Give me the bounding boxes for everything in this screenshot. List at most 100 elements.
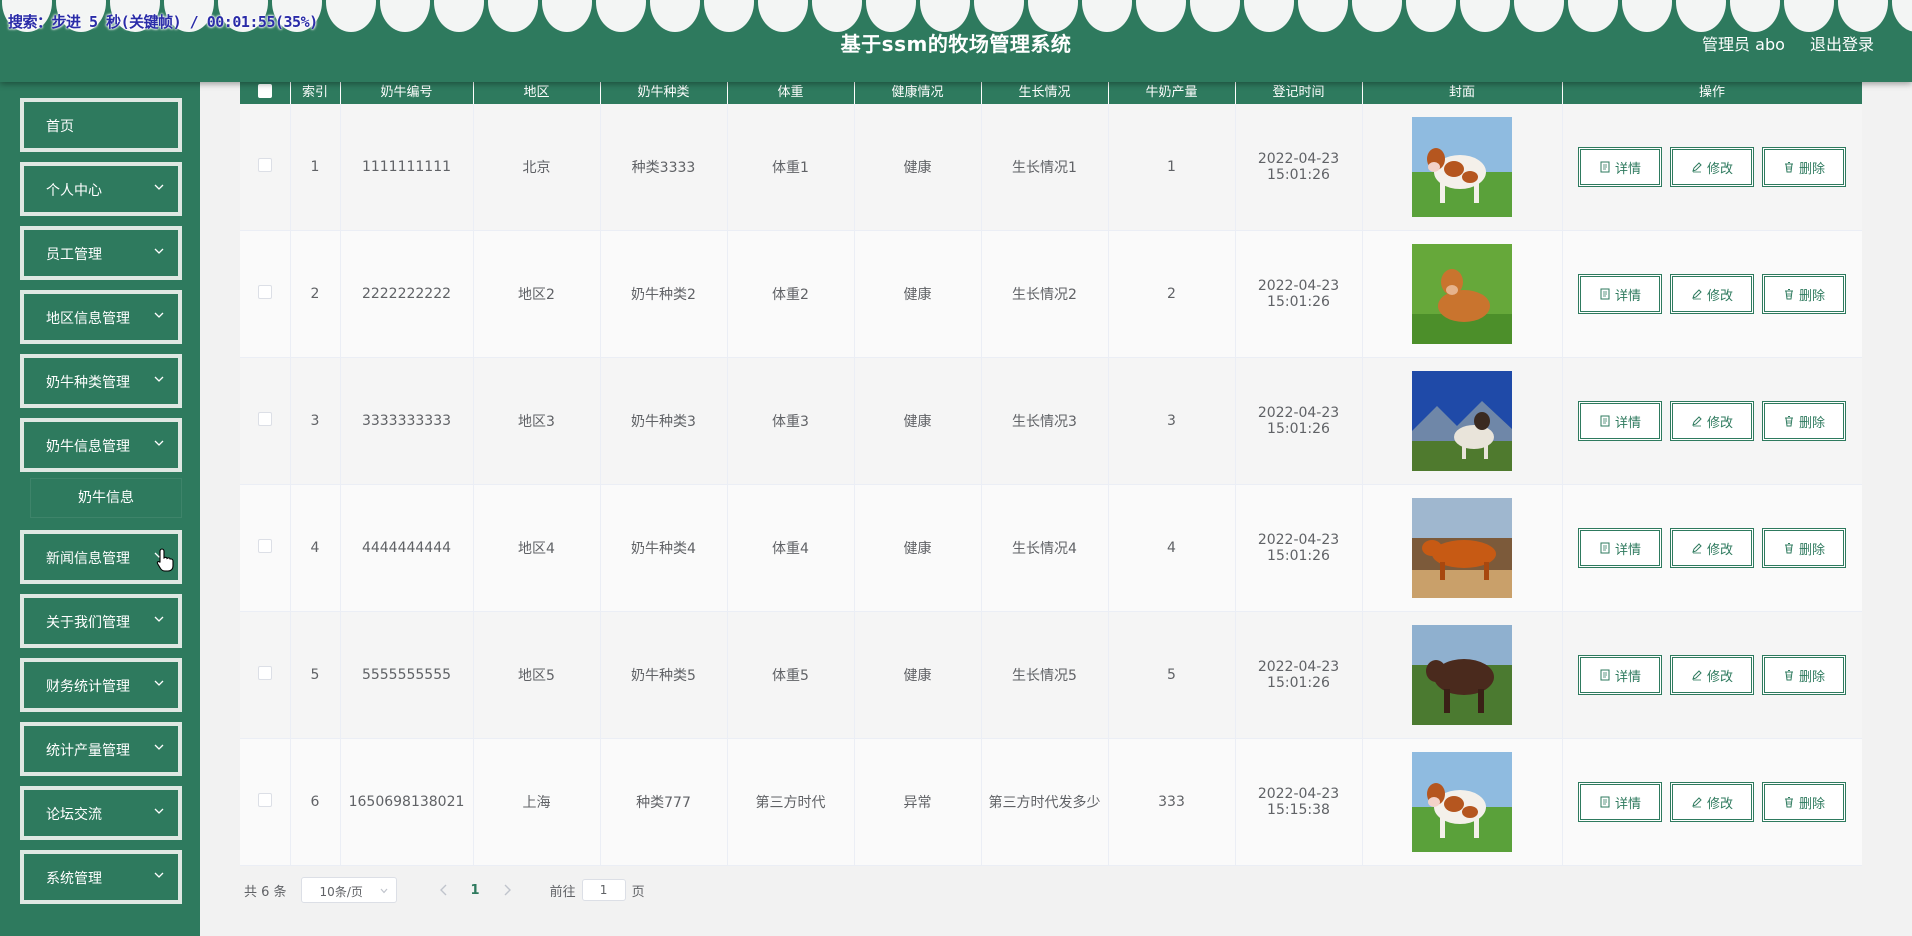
table-header-row: 索引 奶牛编号 地区 奶牛种类 体重 健康情况 生长情况 牛奶产量 登记时间 封面 操作 (240, 82, 1862, 104)
edit-button[interactable]: 修改 (1670, 274, 1754, 314)
user-label: 管理员 abo (1702, 35, 1785, 54)
table-row[interactable]: 4 4444444444 地区4 奶牛种类4 体重4 健康 生长情况4 4 2022-04-23… (240, 484, 1862, 612)
logout-link[interactable]: 退出登录 (1810, 35, 1874, 54)
edit-button[interactable]: 修改 (1670, 401, 1754, 441)
column-header-label: 奶牛种类 (637, 85, 690, 100)
delete-button[interactable]: 删除 (1762, 528, 1846, 568)
delete-icon (1784, 289, 1793, 300)
cell-cover (1362, 611, 1563, 739)
sidebar-item-home[interactable]: 首页 (20, 98, 182, 152)
column-header: 奶牛编号 (340, 82, 474, 104)
edit-icon (1692, 797, 1702, 808)
sidebar-item-output[interactable]: 统计产量管理 (20, 722, 182, 776)
sidebar-item-forum[interactable]: 论坛交流 (20, 786, 182, 840)
sidebar-item-label: 关于我们管理 (46, 615, 130, 631)
chevron-down-icon (154, 440, 164, 446)
cell-time: 2022-04-23 15:01:26 (1235, 357, 1363, 485)
select-all-checkbox[interactable] (257, 84, 272, 98)
delete-button[interactable]: 删除 (1762, 782, 1846, 822)
sidebar-item-region[interactable]: 地区信息管理 (20, 290, 182, 344)
delete-button-label: 删除 (1798, 288, 1825, 304)
sidebar-item-label: 首页 (46, 119, 74, 135)
submenu-item-cow-info[interactable]: 奶牛信息 (30, 478, 182, 518)
edit-button-label: 修改 (1706, 669, 1733, 685)
cell-health: 健康 (854, 357, 982, 485)
detail-button[interactable]: 详情 (1578, 274, 1662, 314)
cell-type: 奶牛种类2 (600, 230, 728, 358)
row-checkbox[interactable] (257, 539, 272, 553)
select-cell (240, 738, 291, 866)
row-checkbox[interactable] (257, 158, 272, 172)
detail-icon (1600, 542, 1610, 554)
goto-page-input[interactable] (581, 879, 626, 901)
row-checkbox[interactable] (257, 285, 272, 299)
delete-icon (1784, 416, 1793, 427)
edit-button-label: 修改 (1706, 542, 1733, 558)
cell-cover (1362, 230, 1563, 358)
detail-button[interactable]: 详情 (1578, 147, 1662, 187)
page-size-select[interactable]: 10条/页 (300, 877, 397, 903)
cell-yield: 3 (1108, 357, 1236, 485)
delete-button-label: 删除 (1798, 669, 1825, 685)
edit-icon (1692, 162, 1702, 173)
delete-icon (1784, 797, 1793, 808)
cell-growth: 第三方时代发多少 (981, 738, 1109, 866)
prev-page-icon[interactable] (437, 883, 451, 897)
detail-button[interactable]: 详情 (1578, 655, 1662, 695)
delete-button[interactable]: 删除 (1762, 147, 1846, 187)
detail-button[interactable]: 详情 (1578, 401, 1662, 441)
chevron-down-icon (154, 248, 164, 254)
detail-icon (1600, 415, 1610, 427)
cell-growth: 生长情况2 (981, 230, 1109, 358)
cell-region: 北京 (473, 104, 601, 231)
row-checkbox[interactable] (257, 666, 272, 680)
chevron-down-icon (380, 888, 388, 894)
column-header: 牛奶产量 (1108, 82, 1236, 104)
delete-button[interactable]: 删除 (1762, 274, 1846, 314)
goto-suffix: 页 (631, 884, 645, 900)
table-row[interactable]: 6 1650698138021 上海 种类777 第三方时代 异常 第三方时代发多少 333 2… (240, 738, 1862, 866)
sidebar-item-cow-info[interactable]: 奶牛信息管理 (20, 418, 182, 472)
table-row[interactable]: 3 3333333333 地区3 奶牛种类3 体重3 健康 生长情况3 3 2022-04-23… (240, 357, 1862, 485)
delete-button[interactable]: 删除 (1762, 401, 1846, 441)
column-header-label: 登记时间 (1272, 85, 1325, 100)
row-checkbox[interactable] (257, 412, 272, 426)
sidebar-item-staff[interactable]: 员工管理 (20, 226, 182, 280)
detail-button[interactable]: 详情 (1578, 528, 1662, 568)
cow-cover-image (1412, 371, 1512, 471)
cell-type: 种类777 (600, 738, 728, 866)
row-checkbox[interactable] (257, 793, 272, 807)
cell-actions: 详情 修改 删除 (1562, 611, 1862, 739)
detail-button[interactable]: 详情 (1578, 782, 1662, 822)
cell-weight: 体重1 (727, 104, 855, 231)
video-seek-overlay: 搜索：步进 5 秒(关键帧) / 00:01:55(35%) (8, 13, 318, 31)
detail-button-label: 详情 (1614, 669, 1641, 685)
sidebar-item-system[interactable]: 系统管理 (20, 850, 182, 904)
edit-button[interactable]: 修改 (1670, 147, 1754, 187)
cell-time: 2022-04-23 15:01:26 (1235, 484, 1363, 612)
column-header: 健康情况 (854, 82, 982, 104)
cell-actions: 详情 修改 删除 (1562, 484, 1862, 612)
delete-button-label: 删除 (1798, 542, 1825, 558)
page-number-current[interactable]: 1 (471, 883, 480, 898)
sidebar-item-about[interactable]: 关于我们管理 (20, 594, 182, 648)
cell-cover (1362, 484, 1563, 612)
edit-button[interactable]: 修改 (1670, 655, 1754, 695)
edit-button[interactable]: 修改 (1670, 528, 1754, 568)
table-row[interactable]: 2 2222222222 地区2 奶牛种类2 体重2 健康 生长情况2 2 2022-04-23… (240, 230, 1862, 358)
table-row[interactable]: 1 1111111111 北京 种类3333 体重1 健康 生长情况1 1 2022-04-23… (240, 104, 1862, 231)
sidebar-item-finance[interactable]: 财务统计管理 (20, 658, 182, 712)
edit-button-label: 修改 (1706, 796, 1733, 812)
sidebar-item-label: 员工管理 (46, 247, 102, 263)
sidebar-item-cow-type[interactable]: 奶牛种类管理 (20, 354, 182, 408)
sidebar-item-profile[interactable]: 个人中心 (20, 162, 182, 216)
chevron-down-icon (154, 312, 164, 318)
delete-button[interactable]: 删除 (1762, 655, 1846, 695)
cell-weight: 第三方时代 (727, 738, 855, 866)
column-header-label: 封面 (1448, 85, 1475, 100)
next-page-icon[interactable] (500, 883, 514, 897)
cell-weight: 体重2 (727, 230, 855, 358)
edit-button[interactable]: 修改 (1670, 782, 1754, 822)
table-row[interactable]: 5 5555555555 地区5 奶牛种类5 体重5 健康 生长情况5 5 2022-04-23… (240, 611, 1862, 739)
column-header-label: 奶牛编号 (380, 85, 433, 100)
